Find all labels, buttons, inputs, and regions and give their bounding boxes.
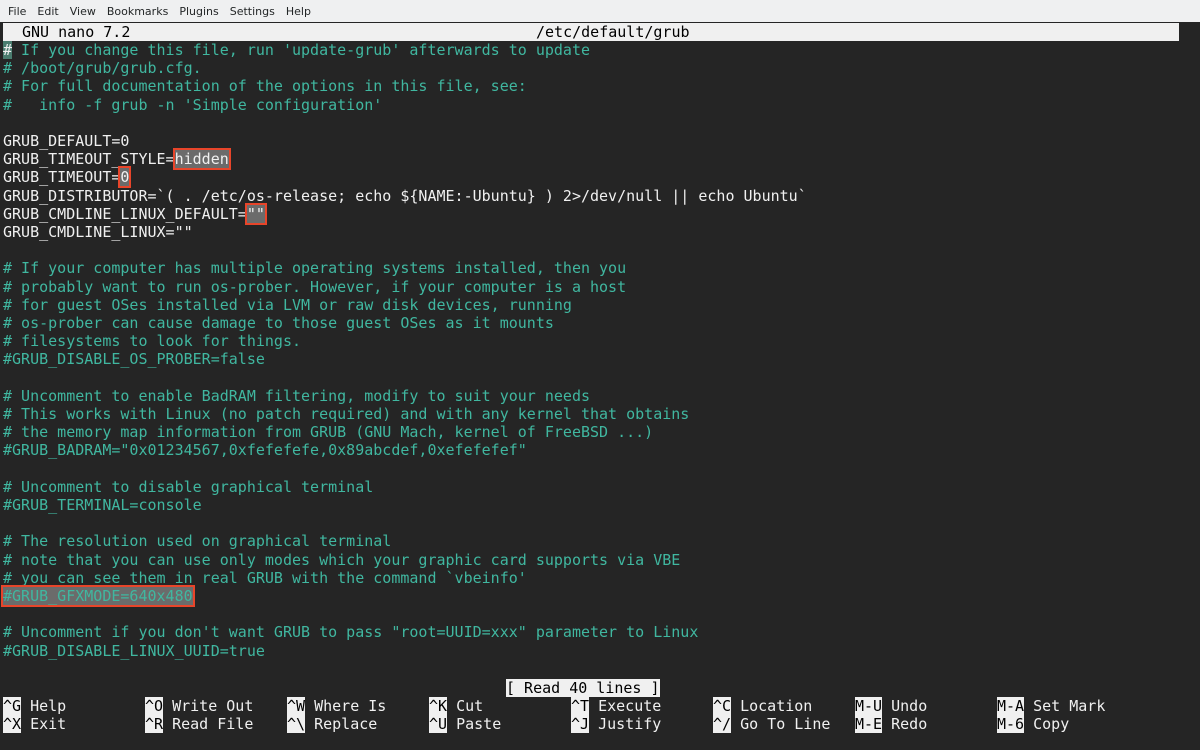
shortcut-label: Replace xyxy=(314,715,378,733)
shortcut-set-mark[interactable]: M-A Set Mark xyxy=(997,697,1105,715)
line-text: If you change this file, run 'update-gru… xyxy=(12,41,590,59)
shortcut-key: ^\ xyxy=(287,715,306,733)
editor-line: #GRUB_DISABLE_OS_PROBER=false xyxy=(3,350,265,369)
shortcut-label: Execute xyxy=(598,697,662,715)
shortcut-key: M-A xyxy=(997,697,1025,715)
shortcut-label: Help xyxy=(30,697,67,715)
highlighted-value: #GRUB_GFXMODE=640x480 xyxy=(1,585,195,607)
status-message: [ Read 40 lines ] xyxy=(506,679,660,697)
shortcut-justify[interactable]: ^J Justify xyxy=(571,715,661,733)
editor-line: # Uncomment if you don't want GRUB to pa… xyxy=(3,623,699,642)
editor-line: # you can see them in real GRUB with the… xyxy=(3,568,527,587)
shortcut-redo[interactable]: M-E Redo xyxy=(855,715,927,733)
editor-line: GRUB_DISTRIBUTOR=`( . /etc/os-release; e… xyxy=(3,186,807,205)
nano-title-bar: GNU nano 7.2 /etc/default/grub xyxy=(3,23,1179,41)
editor-line: #GRUB_BADRAM="0x01234567,0xfefefefe,0x89… xyxy=(3,441,527,460)
editor-line: GRUB_CMDLINE_LINUX_DEFAULT="" xyxy=(3,202,267,225)
shortcut-label: Undo xyxy=(891,697,928,715)
editor-line: # If you change this file, run 'update-g… xyxy=(3,41,590,59)
shortcut-key: M-U xyxy=(855,697,883,715)
menu-settings[interactable]: Settings xyxy=(222,5,275,18)
shortcut-key: ^C xyxy=(713,697,732,715)
shortcut-go-to-line[interactable]: ^/ Go To Line xyxy=(713,715,830,733)
shortcut-label: Location xyxy=(740,697,813,715)
menu-file[interactable]: File xyxy=(0,5,26,18)
editor-line: # note that you can use only modes which… xyxy=(3,550,681,569)
shortcut-cut[interactable]: ^K Cut xyxy=(429,697,483,715)
shortcut-key: M-E xyxy=(855,715,883,733)
shortcut-replace[interactable]: ^\ Replace xyxy=(287,715,377,733)
text-cursor: # xyxy=(3,41,13,59)
shortcut-key: ^X xyxy=(3,715,22,733)
menu-view[interactable]: View xyxy=(62,5,96,18)
shortcut-paste[interactable]: ^U Paste xyxy=(429,715,501,733)
shortcut-key: ^K xyxy=(429,697,448,715)
editor-line: # for guest OSes installed via LVM or ra… xyxy=(3,295,572,314)
shortcut-key: ^J xyxy=(571,715,590,733)
shortcut-location[interactable]: ^C Location xyxy=(713,697,812,715)
shortcut-label: Redo xyxy=(891,715,928,733)
shortcut-help[interactable]: ^G Help xyxy=(3,697,66,715)
shortcut-key: ^W xyxy=(287,697,306,715)
shortcut-read-file[interactable]: ^R Read File xyxy=(145,715,253,733)
shortcut-write-out[interactable]: ^O Write Out xyxy=(145,697,253,715)
shortcut-exit[interactable]: ^X Exit xyxy=(3,715,66,733)
shortcut-label: Paste xyxy=(456,715,502,733)
file-path: /etc/default/grub xyxy=(536,23,690,41)
shortcut-key: ^U xyxy=(429,715,448,733)
editor-line: # For full documentation of the options … xyxy=(3,77,527,96)
editor-line: # If your computer has multiple operatin… xyxy=(3,259,627,278)
line-text: GRUB_TIMEOUT= xyxy=(3,168,121,187)
menu-help[interactable]: Help xyxy=(278,5,311,18)
shortcut-key: ^O xyxy=(145,697,164,715)
shortcut-key: M-6 xyxy=(997,715,1025,733)
shortcut-label: Exit xyxy=(30,715,67,733)
menu-bar: File Edit View Bookmarks Plugins Setting… xyxy=(0,0,1200,23)
shortcut-label: Cut xyxy=(456,697,484,715)
editor-line: # Uncomment to disable graphical termina… xyxy=(3,477,374,496)
terminal-view[interactable]: GNU nano 7.2 /etc/default/grub # If you … xyxy=(0,22,1200,750)
shortcut-execute[interactable]: ^T Execute xyxy=(571,697,661,715)
editor-line: GRUB_TIMEOUT=0 xyxy=(3,166,132,189)
menu-bookmarks[interactable]: Bookmarks xyxy=(99,5,168,18)
line-text: GRUB_TIMEOUT_STYLE= xyxy=(3,150,175,169)
shortcut-where-is[interactable]: ^W Where Is xyxy=(287,697,386,715)
editor-line: #GRUB_GFXMODE=640x480 xyxy=(1,585,195,607)
editor-line: # The resolution used on graphical termi… xyxy=(3,532,392,551)
menu-edit[interactable]: Edit xyxy=(29,5,58,18)
shortcut-label: Copy xyxy=(1033,715,1070,733)
shortcut-label: Go To Line xyxy=(740,715,831,733)
editor-line: # filesystems to look for things. xyxy=(3,332,302,351)
shortcut-label: Set Mark xyxy=(1033,697,1106,715)
shortcut-undo[interactable]: M-U Undo xyxy=(855,697,927,715)
editor-line: #GRUB_TERMINAL=console xyxy=(3,496,202,514)
editor-line: # This works with Linux (no patch requir… xyxy=(3,405,690,423)
editor-line: GRUB_TIMEOUT_STYLE=hidden xyxy=(3,148,231,171)
editor-line: #GRUB_DISABLE_LINUX_UUID=true xyxy=(3,641,265,660)
highlighted-value: hidden xyxy=(172,148,231,171)
shortcut-key: ^/ xyxy=(713,715,732,733)
editor-line: # info -f grub -n 'Simple configuration' xyxy=(3,95,383,114)
menu-plugins[interactable]: Plugins xyxy=(171,5,218,18)
editor-line: # /boot/grub/grub.cfg. xyxy=(3,59,202,78)
shortcut-label: Justify xyxy=(598,715,662,733)
shortcut-key: ^G xyxy=(3,697,22,715)
shortcut-copy[interactable]: M-6 Copy xyxy=(997,715,1069,733)
shortcut-label: Read File xyxy=(172,715,254,733)
highlighted-value: 0 xyxy=(118,166,132,189)
editor-line: # probably want to run os-prober. Howeve… xyxy=(3,277,627,296)
line-text: GRUB_CMDLINE_LINUX_DEFAULT= xyxy=(3,204,247,223)
highlighted-value: "" xyxy=(244,202,267,225)
editor-line: # Uncomment to enable BadRAM filtering, … xyxy=(3,386,590,405)
shortcut-key: ^T xyxy=(571,697,590,715)
editor-line: # the memory map information from GRUB (… xyxy=(3,423,654,442)
editor-line: # os-prober can cause damage to those gu… xyxy=(3,314,554,332)
shortcut-label: Where Is xyxy=(314,697,387,715)
shortcut-label: Write Out xyxy=(172,697,254,715)
editor-line: GRUB_CMDLINE_LINUX="" xyxy=(3,223,193,241)
app-version: GNU nano 7.2 xyxy=(22,23,131,41)
shortcut-key: ^R xyxy=(145,715,164,733)
editor-line: GRUB_DEFAULT=0 xyxy=(3,132,130,150)
